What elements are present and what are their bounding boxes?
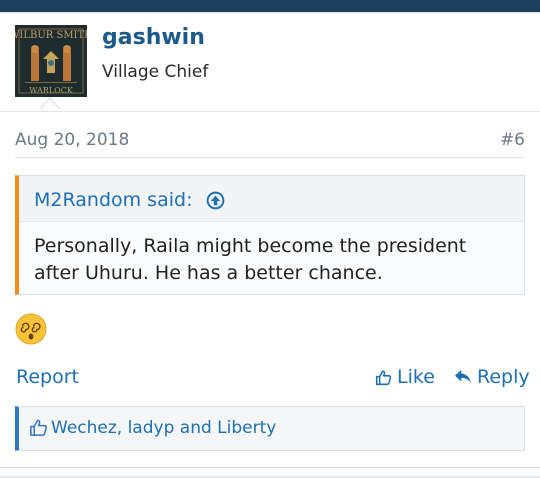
user-title: Village Chief [102,62,209,82]
thumbs-up-icon [375,369,392,385]
quote-header: M2Random said: [19,176,524,222]
post-bottom-divider [0,467,540,468]
thumbs-up-icon [30,419,48,436]
username-link[interactable]: gashwin [102,25,205,50]
reply-button[interactable]: Reply [454,366,530,388]
post-meta-divider [15,157,525,158]
reply-arrow-icon [455,369,471,384]
post-date[interactable]: Aug 20, 2018 [15,130,129,150]
top-nav-bar [0,0,540,12]
user-avatar[interactable]: WILBUR SMITH WARLOCK [15,25,87,97]
quote-text: Personally, Raila might become the presi… [34,235,467,284]
avatar-bottom-text: WARLOCK [29,86,74,95]
likes-list-link[interactable]: Wechez, ladyp and Liberty [51,418,276,438]
arrow-up-circle-icon[interactable] [206,191,225,210]
dizzy-face-emoji-icon [15,313,47,345]
quote-author-link[interactable]: M2Random said: [34,189,192,211]
quote-block: M2Random said: Personally, Raila might b… [15,175,525,295]
avatar-pointer-inner [40,99,60,110]
header-divider [0,111,540,112]
avatar-top-text: WILBUR SMITH [15,30,87,41]
avatar-image: WILBUR SMITH WARLOCK [15,25,87,97]
reply-label: Reply [477,366,530,388]
post-number[interactable]: #6 [500,130,525,150]
top-nav-shadow [0,12,540,13]
report-link[interactable]: Report [16,366,79,388]
likes-summary-bar: Wechez, ladyp and Liberty [15,406,525,451]
like-button[interactable]: Like [375,366,435,388]
like-label: Like [397,366,435,388]
